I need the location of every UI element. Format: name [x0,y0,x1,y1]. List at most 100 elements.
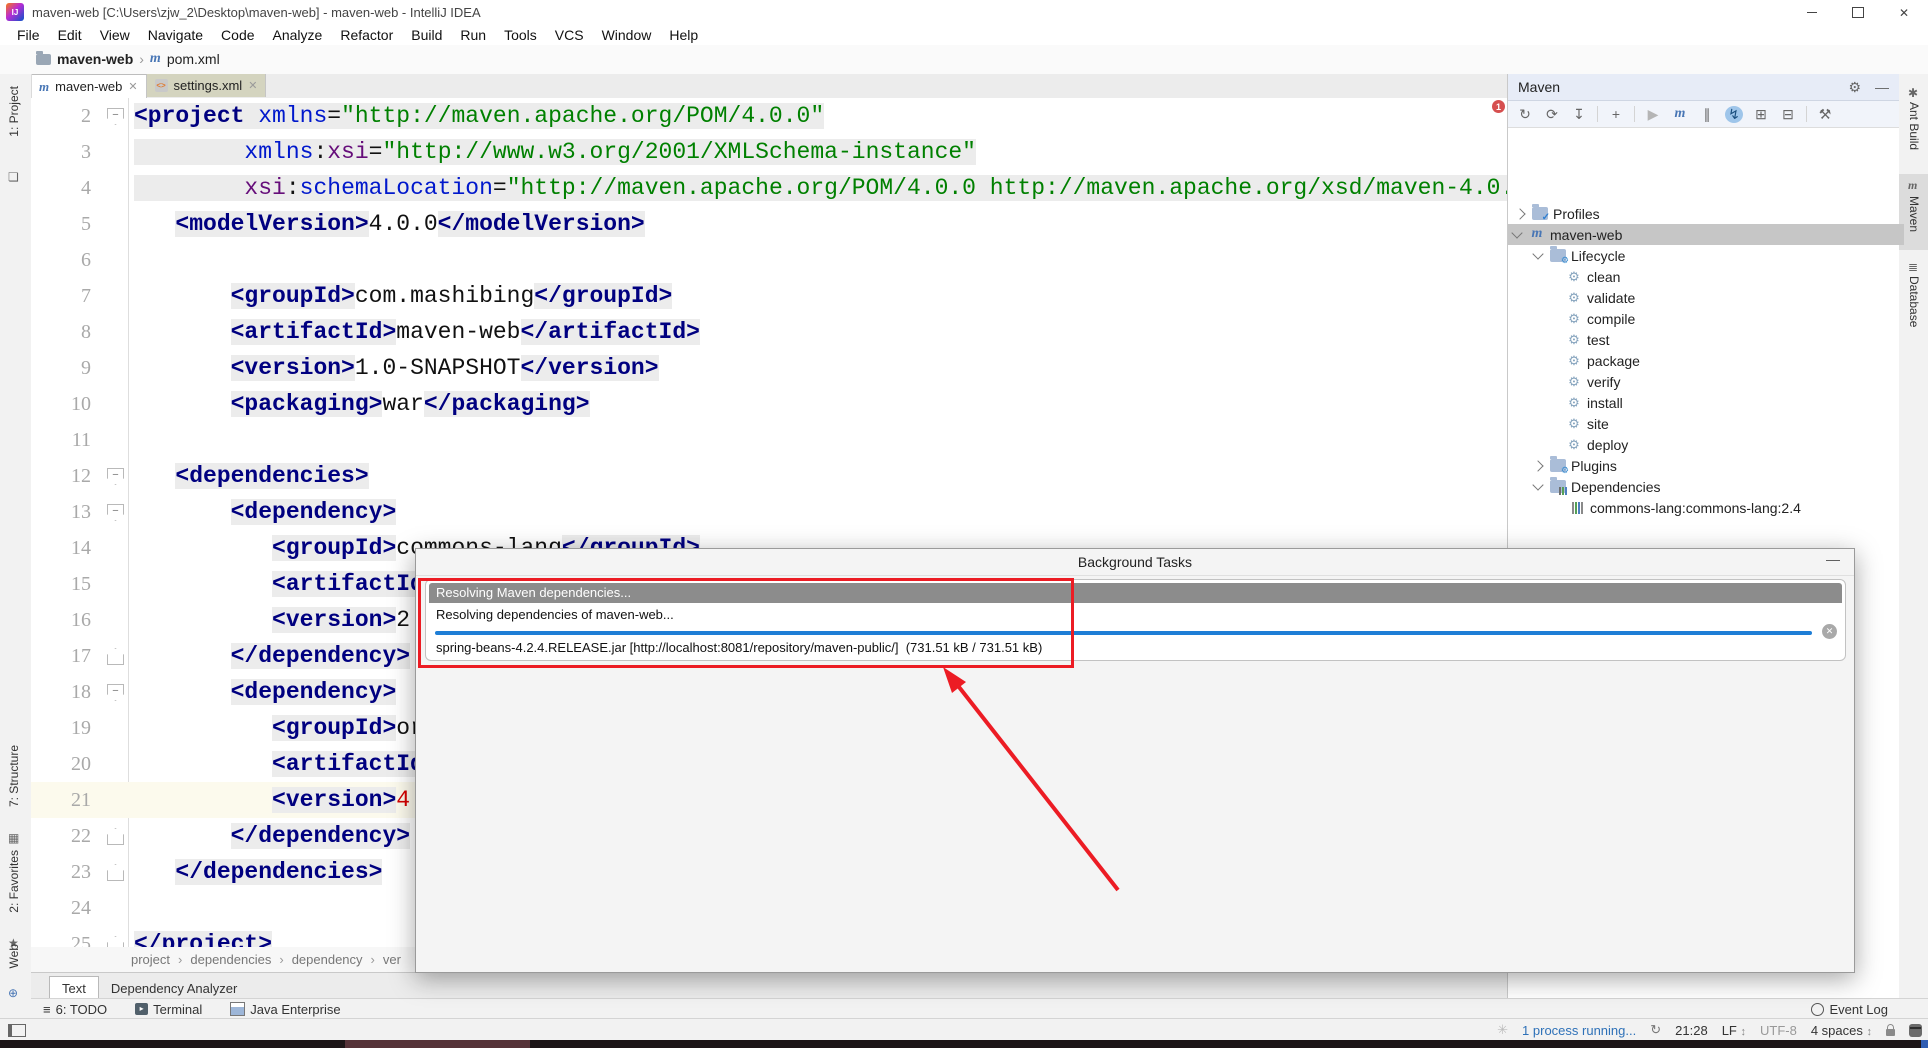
download-sources-icon[interactable]: ↧ [1570,106,1588,123]
menu-vcs[interactable]: VCS [546,27,593,43]
tree-item-goal-clean[interactable]: ⚙ clean [1508,266,1928,287]
tree-item-dependencies[interactable]: Dependencies [1508,476,1925,497]
add-maven-project-icon[interactable]: + [1607,106,1625,122]
tree-item-goal-verify[interactable]: ⚙ verify [1508,371,1928,392]
menu-refactor[interactable]: Refactor [331,27,402,43]
error-indicator[interactable]: 1 [1492,100,1505,113]
nav-project[interactable]: maven-web [57,51,133,67]
fold-end-marker[interactable] [107,936,124,947]
fold-end-marker[interactable] [107,864,124,881]
menu-file[interactable]: File [8,27,49,43]
cancel-task-icon[interactable]: ✕ [1822,624,1837,639]
menu-tools[interactable]: Tools [495,27,546,43]
menu-edit[interactable]: Edit [49,27,91,43]
run-goal-icon[interactable]: ▶ [1644,106,1662,123]
process-running-link[interactable]: 1 process running... [1522,1023,1636,1038]
menu-build[interactable]: Build [402,27,451,43]
line-separator-widget[interactable]: LF ↕ [1722,1023,1746,1038]
menu-view[interactable]: View [91,27,139,43]
java-enterprise-button[interactable]: Java Enterprise [230,1002,341,1017]
tree-item-goal-site[interactable]: ⚙ site [1508,413,1928,434]
tool-tab-web[interactable]: Web [7,944,21,968]
heisenberg-icon[interactable] [1909,1023,1922,1037]
tool-tab-ant-build[interactable]: Ant Build [1907,102,1921,150]
windows-taskbar [0,1040,1928,1048]
line-number: 14 [71,537,91,559]
title-bar: IJ maven-web [C:\Users\zjw_2\Desktop\mav… [0,0,1928,26]
todo-button[interactable]: ≡ 6: TODO [43,1002,107,1017]
restore-layout-icon[interactable] [8,1023,26,1037]
fold-end-marker[interactable] [107,648,124,665]
close-tab-icon[interactable]: ✕ [128,80,137,93]
tool-tab-structure[interactable]: 7: Structure [7,745,21,807]
menu-help[interactable]: Help [660,27,707,43]
tree-label: Plugins [1571,457,1617,474]
tree-item-goal-install[interactable]: ⚙ install [1508,392,1928,413]
tab-maven-web[interactable]: m maven-web ✕ [31,74,147,98]
tree-label: clean [1587,268,1621,285]
gear-icon[interactable]: ⚙ [1848,79,1861,96]
chevron-down-icon[interactable] [1532,479,1544,491]
hide-panel-icon[interactable]: — [1875,79,1889,95]
collapse-all-icon[interactable]: ⊟ [1779,106,1797,123]
chevron-down-icon[interactable] [1511,227,1523,239]
tool-tab-project[interactable]: 1: Project [7,86,21,137]
fold-end-marker[interactable] [107,828,124,845]
fold-marker[interactable]: − [107,684,124,701]
background-tasks-icon[interactable]: ↻ [1650,1022,1661,1038]
code-line: <modelVersion>4.0.0</modelVersion> [175,211,645,237]
tree-item-profiles[interactable]: Profiles [1508,203,1907,224]
tab-settings-xml[interactable]: <> settings.xml ✕ [146,74,267,97]
nav-file[interactable]: pom.xml [167,51,220,67]
tree-item-goal-validate[interactable]: ⚙ validate [1508,287,1928,308]
breadcrumb-item[interactable]: dependencies [190,952,271,967]
menu-window[interactable]: Window [593,27,661,43]
menu-code[interactable]: Code [212,27,263,43]
ant-icon: ✱ [1908,86,1919,100]
minimize-button[interactable] [1792,0,1832,25]
terminal-button[interactable]: ▸ Terminal [135,1002,202,1017]
tree-item-goal-test[interactable]: ⚙ test [1508,329,1928,350]
breadcrumb-item[interactable]: ver [383,952,401,967]
maven-settings-icon[interactable]: ⚒ [1816,106,1834,123]
lock-icon[interactable] [1886,1023,1895,1036]
menu-run[interactable]: Run [451,27,495,43]
toggle-skip-tests-icon[interactable]: ∥ [1698,106,1716,123]
dialog-minimize-icon[interactable]: — [1826,551,1840,567]
chevron-down-icon[interactable] [1532,248,1544,260]
event-log-button[interactable]: Event Log [1811,1002,1888,1017]
fold-marker[interactable]: − [107,504,124,521]
breadcrumb-item[interactable]: dependency [292,952,363,967]
tree-item-goal-deploy[interactable]: ⚙ deploy [1508,434,1928,455]
expand-all-icon[interactable]: ⊞ [1752,106,1770,123]
taskbar-corner [1921,1040,1928,1048]
menu-navigate[interactable]: Navigate [139,27,212,43]
code-line: </project> [134,926,273,947]
offline-mode-icon[interactable]: ↯ [1725,105,1743,123]
close-button[interactable]: ✕ [1884,0,1924,25]
encoding-widget[interactable]: UTF-8 [1760,1023,1797,1038]
chevron-right-icon[interactable] [1514,207,1526,220]
breadcrumb-item[interactable]: project [131,952,170,967]
tree-item-goal-package[interactable]: ⚙ package [1508,350,1928,371]
chevron-right-icon[interactable] [1532,459,1544,472]
reimport-icon[interactable]: ↻ [1516,106,1534,123]
tab-dependency-analyzer[interactable]: Dependency Analyzer [99,977,249,999]
close-tab-icon[interactable]: ✕ [248,79,257,92]
tool-tab-favorites[interactable]: 2: Favorites [7,850,21,913]
menu-analyze[interactable]: Analyze [264,27,332,43]
fold-marker[interactable]: − [107,468,124,485]
tool-tab-maven[interactable]: Maven [1907,196,1921,232]
tree-item-goal-compile[interactable]: ⚙ compile [1508,308,1928,329]
project-folder-icon [36,50,51,65]
indent-widget[interactable]: 4 spaces ↕ [1811,1023,1872,1038]
generate-sources-icon[interactable]: ⟳ [1543,106,1561,123]
maximize-button[interactable] [1838,0,1878,25]
fold-marker[interactable]: − [107,108,124,125]
execute-goal-icon[interactable]: m [1671,106,1689,122]
tree-item-lifecycle[interactable]: Lifecycle [1508,245,1925,266]
tree-item-plugins[interactable]: Plugins [1508,455,1925,476]
tab-text[interactable]: Text [49,976,99,999]
tree-item-maven-web[interactable]: m maven-web [1508,224,1904,245]
tree-item-dependency-commons-lang[interactable]: commons-lang:commons-lang:2.4 [1508,497,1928,518]
